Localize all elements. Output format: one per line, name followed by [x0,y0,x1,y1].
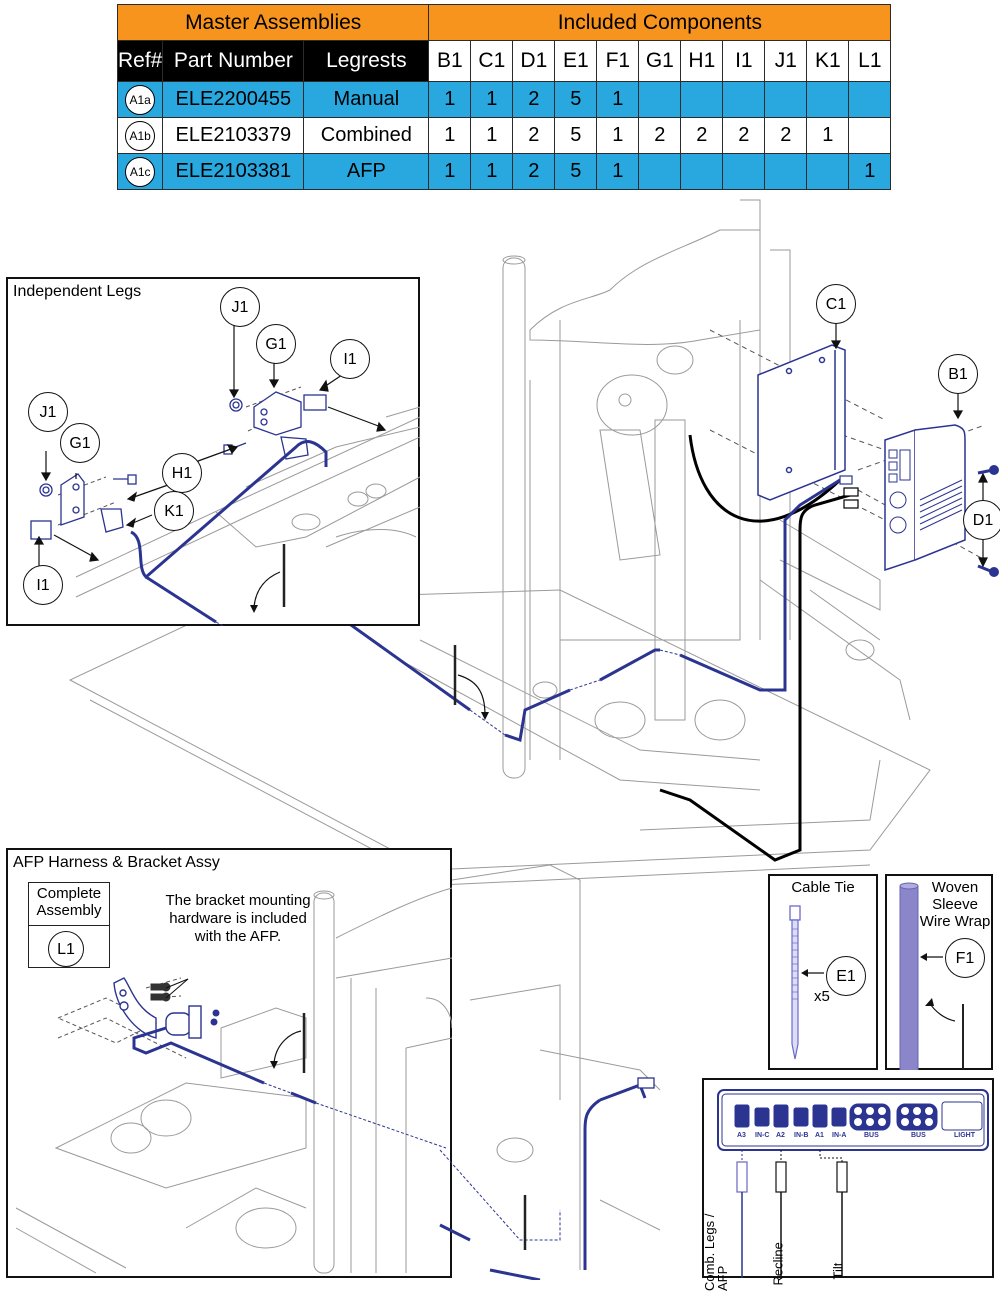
controller-module-b1 [884,424,966,572]
port-label: IN-C [755,1132,770,1139]
woven-sleeve-panel: Woven Sleeve Wire Wrap F1 [885,874,993,1070]
callout-c1: C1 [816,284,856,324]
port-label: A3 [737,1132,746,1139]
legs-frame-lineart [75,406,420,598]
callout-h1: H1 [162,453,202,493]
port-label: A1 [815,1132,824,1139]
port-label: BUS [911,1132,926,1139]
afp-drawing [15,887,452,1274]
independent-legs-panel: Independent Legs J1 G1 I1 J1 G1 H1 K1 I1 [6,277,420,626]
cable-tie-main [453,645,489,720]
cable-label-tilt: Tilt [830,1262,846,1280]
cable-label-afp: Comb. Legs / AFP [702,1213,730,1291]
black-cables [659,434,851,862]
mounting-plate-c1 [757,344,846,501]
callout-e1: E1 [826,956,866,996]
callout-i1-bottom: I1 [23,565,63,605]
cable-label-recline: Recline [770,1242,786,1286]
woven-sleeve [899,885,919,1070]
afp-harness-panel: AFP Harness & Bracket Assy Complete Asse… [6,848,452,1278]
afp-frame-lineart [15,887,452,1274]
callout-k1: K1 [154,491,194,531]
recline-plug [775,1161,787,1193]
port-label: LIGHT [954,1132,975,1139]
callout-g1-top: G1 [256,324,296,364]
controller-port-drawing [717,1089,989,1278]
cable-tie-panel: Cable Tie E1 x5 [768,874,878,1070]
port-label: IN-B [794,1132,809,1139]
callout-f1: F1 [945,938,985,978]
controller-port-panel: A3 IN-C A2 IN-B A1 IN-A BUS BUS LIGHT Co… [702,1078,996,1291]
tilt-plug [836,1161,848,1193]
afp-plug [736,1161,748,1193]
callout-g1-left: G1 [60,423,100,463]
cable-tie-head [789,905,801,921]
callout-b1: B1 [938,354,978,394]
callout-j1-top: J1 [220,287,260,327]
callout-d1: D1 [963,500,1000,540]
cable-tie-strap [791,919,799,1060]
callout-j1-left: J1 [28,392,68,432]
cable-tie-quantity: x5 [814,988,830,1005]
port-label: A2 [776,1132,785,1139]
blue-harness-hidden [469,649,681,736]
harness-connectors [839,475,859,509]
port-label: BUS [864,1132,879,1139]
port-labels: A3 IN-C A2 IN-B A1 IN-A BUS BUS LIGHT [704,1132,996,1142]
callout-i1-top: I1 [330,339,370,379]
port-label: IN-A [832,1132,847,1139]
